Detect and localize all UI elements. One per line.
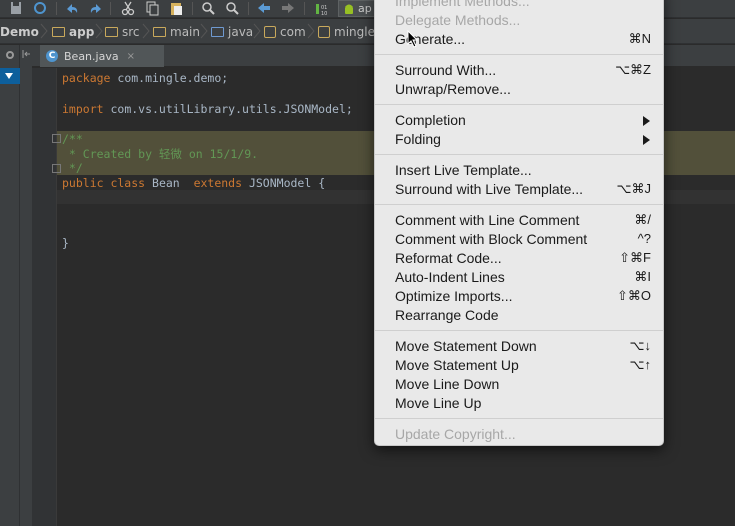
crumb-com[interactable]: com [264, 19, 306, 44]
code-line-comment-body: * Created by 轻微 on 15/1/9. [62, 147, 259, 161]
tab-label: Bean.java [64, 49, 119, 63]
menu-item-update-copyright: Update Copyright... [395, 426, 516, 442]
code-line-comment-end: */ [62, 161, 83, 175]
menu-item-surround-live-template[interactable]: Surround with Live Template... ⌥⌘J [375, 180, 663, 199]
find-icon[interactable] [200, 1, 216, 16]
code-line-comment-start: /** [62, 132, 83, 146]
fold-toggle-icon[interactable] [52, 164, 61, 173]
back-icon[interactable] [256, 1, 272, 16]
menu-item-move-line-down[interactable]: Move Line Down [375, 375, 663, 394]
module-folder-icon [52, 26, 65, 37]
close-tab-icon[interactable]: × [127, 51, 135, 62]
settings-icon[interactable] [4, 49, 16, 61]
menu-item-auto-indent[interactable]: Auto-Indent Lines ⌘I [375, 268, 663, 287]
menu-item-block-comment[interactable]: Comment with Block Comment ^? [375, 230, 663, 249]
menu-item-move-line-up[interactable]: Move Line Up [375, 394, 663, 413]
svg-text:10: 10 [321, 11, 327, 16]
cut-icon[interactable] [120, 1, 136, 16]
menu-item-optimize-imports[interactable]: Optimize Imports... ⇧⌘O [375, 287, 663, 306]
menu-item-rearrange-code[interactable]: Rearrange Code [375, 306, 663, 325]
menu-item-move-statement-down[interactable]: Move Statement Down ⌥↓ [375, 337, 663, 356]
menu-item-reformat-code[interactable]: Reformat Code... ⇧⌘F [375, 249, 663, 268]
folder-icon [153, 26, 166, 37]
menu-item-move-statement-up[interactable]: Move Statement Up ⌥↑ [375, 356, 663, 375]
crumb-main[interactable]: main [153, 19, 200, 44]
collapse-panel-icon[interactable] [21, 49, 31, 59]
menu-item-unwrap-remove[interactable]: Unwrap/Remove... [375, 80, 663, 99]
crumb-src[interactable]: src [105, 19, 140, 44]
redo-icon[interactable] [88, 1, 104, 16]
menu-item-surround-with[interactable]: Surround With... ⌥⌘Z [375, 61, 663, 80]
android-icon [345, 4, 353, 14]
crumb-java[interactable]: java [211, 19, 253, 44]
menu-item-implement-methods: Implement Methods... [395, 0, 530, 9]
tool-window-strip [0, 45, 20, 526]
menu-item-line-comment[interactable]: Comment with Line Comment ⌘/ [375, 211, 663, 230]
paste-icon[interactable] [168, 1, 184, 16]
menu-item-delegate-methods: Delegate Methods... [395, 12, 521, 28]
code-line-package: package com.mingle.demo; [62, 71, 229, 85]
mouse-cursor-icon [407, 30, 419, 48]
fold-toggle-icon[interactable] [52, 134, 61, 143]
code-context-menu: Implement Methods... Delegate Methods...… [374, 0, 664, 446]
replace-icon[interactable] [224, 1, 240, 16]
project-tool-button[interactable] [0, 68, 20, 84]
copy-icon[interactable] [144, 1, 160, 16]
crumb-demo[interactable]: Demo [0, 19, 39, 44]
make-project-icon[interactable]: 0110 [314, 1, 330, 16]
menu-item-insert-live-template[interactable]: Insert Live Template... [375, 161, 663, 180]
crumb-app[interactable]: app [52, 19, 94, 44]
code-line-close-brace: } [62, 236, 69, 250]
folder-icon [105, 26, 118, 37]
submenu-arrow-icon [643, 135, 650, 145]
code-line-import: import com.vs.utilLibrary.utils.JSONMode… [62, 102, 353, 116]
package-icon [264, 25, 276, 38]
crumb-mingle[interactable]: mingle [318, 19, 375, 44]
code-line-class-decl: public class Bean extends JSONModel { [62, 176, 326, 190]
undo-icon[interactable] [64, 1, 80, 16]
forward-icon[interactable] [280, 1, 296, 16]
package-icon [318, 25, 330, 38]
save-icon[interactable] [8, 1, 24, 16]
class-icon: C [46, 50, 58, 62]
triangle-down-icon [5, 73, 13, 79]
run-config-selector[interactable]: ap [338, 0, 378, 17]
menu-item-folding[interactable]: Folding [375, 130, 663, 149]
menu-item-completion[interactable]: Completion [375, 111, 663, 130]
sync-icon[interactable] [32, 1, 48, 16]
project-panel-edge [20, 45, 32, 526]
tab-bean-java[interactable]: C Bean.java × [40, 45, 164, 67]
submenu-arrow-icon [643, 116, 650, 126]
source-folder-icon [211, 26, 224, 37]
run-config-label: ap [358, 2, 372, 15]
